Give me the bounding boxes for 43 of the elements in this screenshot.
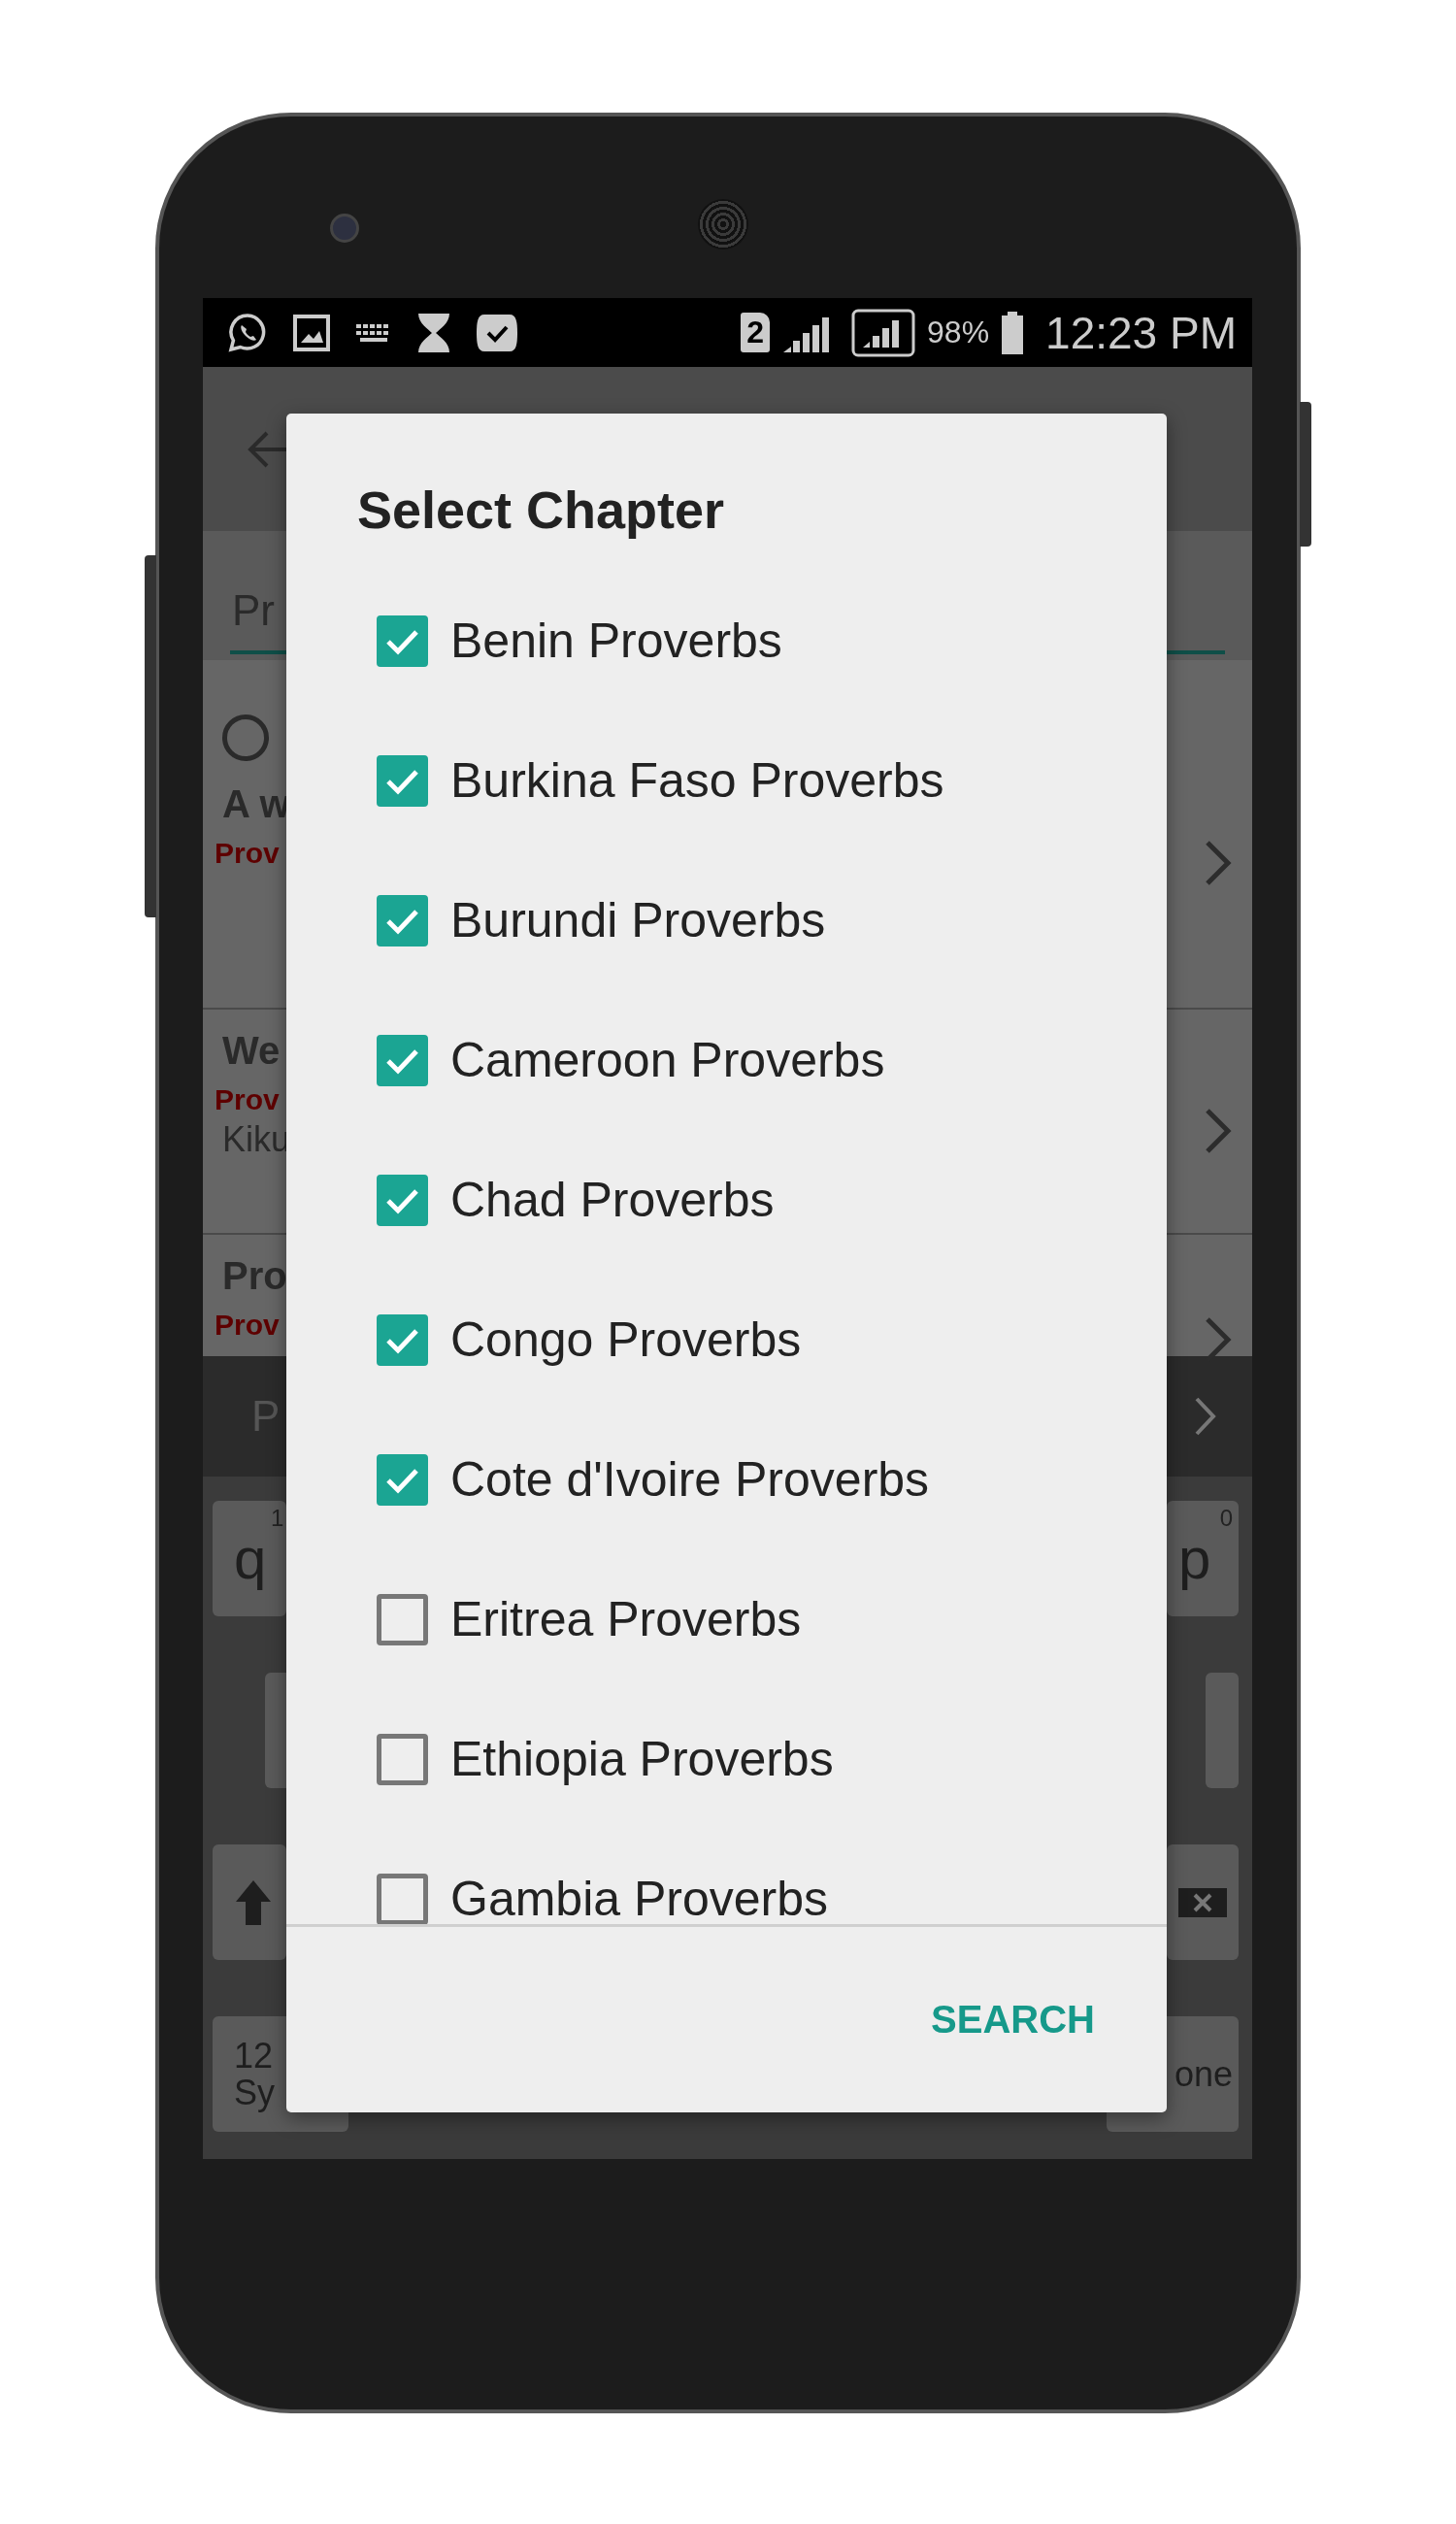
checkbox[interactable] [377, 1034, 428, 1086]
image-icon [292, 313, 331, 352]
item-category: Prov [215, 839, 280, 868]
speaker-icon [698, 199, 748, 249]
checkbox[interactable] [377, 614, 428, 667]
dialog-title: Select Chapter [356, 480, 726, 541]
battery-icon [1001, 311, 1025, 354]
chapter-option[interactable]: Congo Proverbs [286, 1270, 1167, 1410]
checkbox[interactable] [377, 1174, 428, 1226]
item-category: Prov [215, 1085, 280, 1114]
sim-indicator: 2 [741, 313, 771, 352]
backspace-key[interactable] [1167, 1844, 1239, 1960]
shift-key[interactable] [213, 1844, 286, 1960]
key-hint: 0 [1219, 1505, 1233, 1532]
checkbox[interactable] [377, 894, 428, 946]
checkbox[interactable] [377, 1453, 428, 1506]
chevron-right-icon[interactable] [1194, 1395, 1217, 1438]
chevron-right-icon [1204, 1107, 1233, 1155]
chapter-option[interactable]: Ethiopia Proverbs [286, 1689, 1167, 1829]
chapter-option[interactable]: Cote d'Ivoire Proverbs [286, 1410, 1167, 1549]
clock: 12:23 PM [1045, 306, 1237, 359]
chapter-option[interactable]: Gambia Proverbs [286, 1829, 1167, 1924]
chapter-option[interactable]: Chad Proverbs [286, 1130, 1167, 1270]
checkbox[interactable] [377, 1733, 428, 1785]
radio-button[interactable] [222, 714, 269, 761]
chapter-option[interactable]: Benin Proverbs [286, 571, 1167, 711]
chapter-option[interactable]: Cameroon Proverbs [286, 990, 1167, 1130]
backspace-icon [1178, 1885, 1227, 1919]
checkbox[interactable] [377, 1873, 428, 1924]
signal-icon [851, 308, 916, 357]
item-title: We [222, 1031, 281, 1070]
chapter-option[interactable]: Burkina Faso Proverbs [286, 711, 1167, 850]
battery-percentage: 98% [927, 315, 990, 350]
item-category: Prov [215, 1311, 280, 1340]
camera-icon [330, 214, 359, 243]
hourglass-icon [416, 311, 451, 354]
chapter-option[interactable]: Burundi Proverbs [286, 850, 1167, 990]
item-title: Pro [222, 1256, 287, 1295]
checkbox[interactable] [377, 1593, 428, 1645]
chapter-option[interactable]: Eritrea Proverbs [286, 1549, 1167, 1689]
chevron-right-icon [1204, 839, 1233, 887]
checkbox[interactable] [377, 1313, 428, 1366]
checkbox[interactable] [377, 754, 428, 807]
